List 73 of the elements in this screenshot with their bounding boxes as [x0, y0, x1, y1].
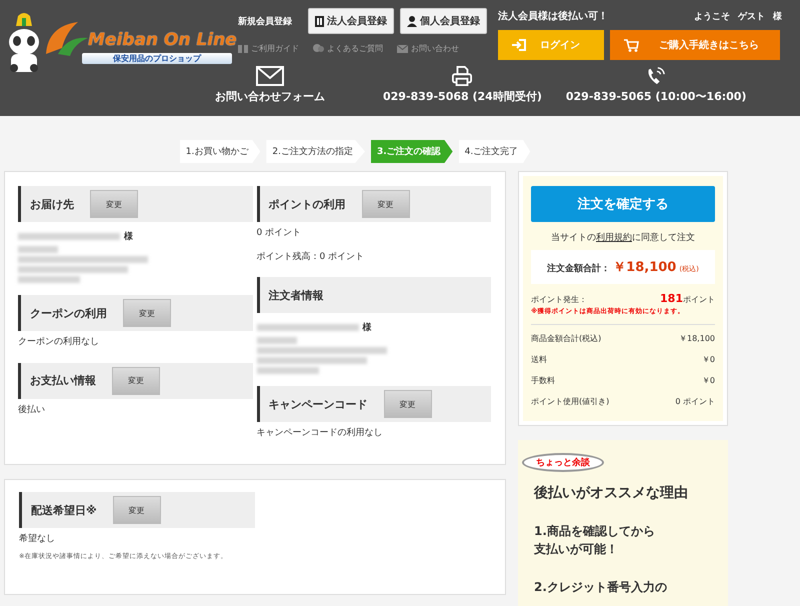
envelope-icon — [256, 66, 284, 86]
checkout-step: 3.ご注文の確認 — [370, 140, 453, 163]
section-title: お届け先 — [30, 196, 74, 212]
redacted-text — [18, 246, 58, 253]
total-label: 注文金額合計： — [547, 262, 610, 275]
points-value: 181 — [660, 292, 683, 305]
book-icon — [238, 44, 248, 52]
checkout-step: 1.お買い物かご — [180, 140, 260, 163]
mascot-icon — [6, 12, 42, 74]
register-label: 新規会員登録 — [238, 15, 292, 28]
section-title: お支払い情報 — [30, 373, 96, 388]
contact-text[interactable]: 029-839-5068 (24時間受付) — [383, 89, 542, 104]
aside-badge: ちょっと余談 — [522, 453, 604, 472]
section-text: クーポンの利用なし — [18, 336, 100, 349]
section-text: 0 ポイント — [256, 227, 302, 240]
change-button[interactable]: 変更 — [123, 299, 171, 327]
summary-label: ポイント使用(値引き) — [531, 396, 610, 407]
nav-link[interactable]: よくあるご質問 — [313, 43, 383, 54]
nav-link[interactable]: ご利用ガイド — [238, 43, 299, 54]
envelope-icon — [397, 44, 408, 52]
points-unit: ポイント — [683, 295, 715, 304]
section-title: キャンペーンコード — [268, 396, 368, 412]
redacted-text — [256, 367, 318, 374]
change-button[interactable]: 変更 — [112, 366, 160, 395]
fax-icon — [451, 66, 474, 86]
section-title: 注文者情報 — [268, 288, 324, 303]
section-title: クーポンの利用 — [30, 306, 107, 320]
aside-text: 支払いが可能！ — [534, 541, 619, 558]
summary-label: 商品金額合計(税込) — [531, 333, 602, 344]
checkout-step: 2.ご注文方法の指定 — [266, 140, 365, 163]
nav-link[interactable]: お問い合わせ — [397, 43, 459, 54]
change-button[interactable]: 変更 — [90, 190, 138, 218]
section-title: ポイントの利用 — [268, 196, 346, 212]
honorific-text: 様 — [124, 230, 133, 243]
speech-bubble-icon — [313, 44, 324, 53]
welcome-text: ゲスト — [738, 10, 765, 22]
summary-value: 0 ポイント — [675, 396, 715, 407]
delivery-value: 希望なし — [19, 532, 56, 546]
register-button[interactable]: 法人会員登録 — [308, 8, 394, 34]
aside-title: 後払いがオススメな理由 — [532, 484, 689, 503]
notice-text: 法人会員様は後払い可！ — [498, 10, 608, 23]
login-icon — [512, 39, 526, 51]
contact-text[interactable]: お問い合わせフォーム — [215, 89, 325, 104]
summary-value: ￥18,100 — [679, 333, 715, 344]
redacted-text — [256, 337, 296, 344]
agreement-text: 当サイトの利用規約に同意して注文 — [550, 232, 696, 245]
logo-tagline: 保安用品のプロショップ — [82, 53, 232, 64]
section-text: ポイント残高：0 ポイント — [256, 250, 366, 264]
cart-icon — [624, 38, 639, 52]
register-button[interactable]: 個人会員登録 — [400, 8, 487, 34]
change-button[interactable]: 変更 — [362, 190, 410, 218]
redacted-text — [18, 276, 80, 283]
aside-text: 2.クレジット番号入力の — [534, 579, 668, 596]
summary-label: 手数料 — [531, 375, 555, 386]
honorific-text: 様 — [362, 322, 372, 334]
welcome-text: ようこそ — [694, 10, 730, 22]
checkout-step: 4.ご注文完了 — [458, 140, 530, 163]
person-icon — [407, 16, 417, 26]
terms-link[interactable]: 利用規約 — [596, 233, 632, 243]
summary-label: 送料 — [531, 354, 547, 365]
section-text: キャンペーンコードの利用なし — [256, 426, 384, 440]
contact-text[interactable]: 029-839-5065 (10:00〜16:00) — [566, 89, 746, 104]
summary-value: ￥0 — [702, 354, 715, 365]
total-value: ￥18,100 — [613, 259, 676, 276]
welcome-text: 様 — [773, 10, 782, 22]
section-text: 後払い — [18, 404, 46, 417]
section-title: 配送希望日※ — [31, 502, 97, 518]
summary-value: ￥0 — [702, 375, 715, 386]
change-button[interactable]: 変更 — [112, 496, 161, 524]
change-button[interactable]: 変更 — [384, 390, 432, 418]
points-label: ポイント発生： — [531, 294, 587, 305]
building-icon — [315, 16, 324, 26]
aside-text: 1.商品を確認してから — [534, 523, 656, 540]
